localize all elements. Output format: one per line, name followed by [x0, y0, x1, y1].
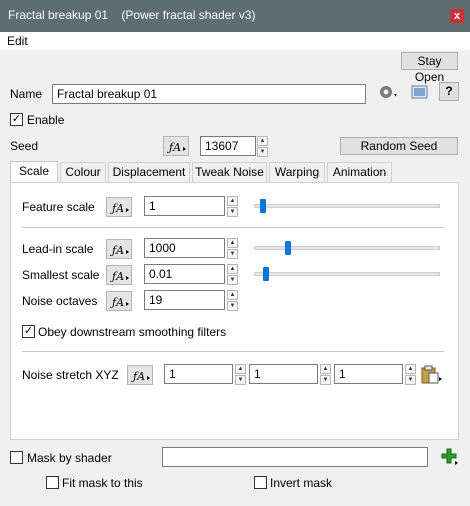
- svg-text:ƒA: ƒA: [109, 296, 124, 309]
- feature-scale-label: Feature scale: [22, 200, 95, 214]
- tab-warping[interactable]: Warping: [269, 162, 325, 182]
- invert-mask-label: Invert mask: [270, 476, 333, 490]
- stay-open-button[interactable]: Stay Open: [401, 52, 458, 84]
- fit-mask-checkbox[interactable]: [46, 476, 59, 489]
- seed-function-button[interactable]: ƒA: [163, 136, 189, 156]
- feature-scale-function-button[interactable]: ƒA: [106, 197, 132, 217]
- smallest-scale-spinner[interactable]: ▲ ▼: [227, 264, 238, 285]
- svg-text:ƒA: ƒA: [109, 270, 124, 283]
- seed-label: Seed: [10, 139, 39, 153]
- name-label: Name: [10, 87, 43, 101]
- tab-animation[interactable]: Animation: [327, 162, 392, 182]
- noise-octaves-function-button[interactable]: ƒA: [106, 291, 132, 311]
- noise-octaves-spinner[interactable]: ▲ ▼: [227, 290, 238, 311]
- smallest-scale-function-button[interactable]: ƒA: [106, 265, 132, 285]
- noise-stretch-y-input[interactable]: 1: [249, 364, 318, 384]
- menu-edit[interactable]: Edit: [7, 34, 28, 48]
- seed-input[interactable]: 13607: [200, 136, 256, 156]
- mask-by-shader-checkbox[interactable]: [10, 451, 23, 464]
- fit-mask-label: Fit mask to this: [62, 476, 143, 490]
- noise-stretch-x-input[interactable]: 1: [164, 364, 233, 384]
- lead-in-scale-spinner[interactable]: ▲ ▼: [227, 238, 238, 259]
- random-seed-button[interactable]: Random Seed: [340, 137, 458, 155]
- mask-by-shader-label: Mask by shader: [27, 451, 112, 465]
- lead-in-scale-function-button[interactable]: ƒA: [106, 239, 132, 259]
- lead-in-scale-slider-track[interactable]: [254, 246, 440, 250]
- function-icon: ƒA: [109, 202, 129, 215]
- invert-mask-checkbox[interactable]: [254, 476, 267, 489]
- close-button[interactable]: x: [450, 9, 464, 23]
- obey-smoothing-checkbox[interactable]: ✓: [22, 325, 35, 338]
- noise-octaves-input[interactable]: 19: [144, 290, 225, 310]
- smallest-scale-slider-track[interactable]: [254, 272, 440, 276]
- enable-label: Enable: [27, 113, 65, 127]
- lead-in-scale-slider-thumb[interactable]: [285, 241, 291, 255]
- menu-bar: Edit: [0, 32, 470, 50]
- tab-scale[interactable]: Scale: [10, 161, 58, 183]
- display-icon[interactable]: [410, 83, 430, 101]
- lead-in-scale-label: Lead-in scale: [22, 242, 94, 256]
- function-icon: ƒA: [109, 244, 129, 257]
- svg-text:ƒA: ƒA: [130, 370, 145, 383]
- tab-displacement[interactable]: Displacement: [108, 162, 190, 182]
- noise-stretch-z-spinner[interactable]: ▲ ▼: [405, 364, 416, 385]
- smallest-scale-input[interactable]: 0.01: [144, 264, 225, 284]
- lead-in-scale-input[interactable]: 1000: [144, 238, 225, 258]
- enable-checkbox[interactable]: ✓: [10, 113, 23, 126]
- function-icon: ƒA: [109, 270, 129, 283]
- smallest-scale-slider-thumb[interactable]: [263, 267, 269, 281]
- svg-text:ƒA: ƒA: [166, 141, 181, 154]
- feature-scale-slider-track[interactable]: [254, 204, 440, 208]
- scale-tab-panel: [10, 182, 459, 440]
- title-bar: Fractal breakup 01 (Power fractal shader…: [0, 0, 470, 32]
- noise-stretch-y-spinner[interactable]: ▲ ▼: [320, 364, 331, 385]
- name-input[interactable]: Fractal breakup 01: [52, 84, 366, 104]
- mask-shader-input[interactable]: [162, 447, 428, 467]
- tab-tweak-noise[interactable]: Tweak Noise: [192, 162, 267, 182]
- window-title: Fractal breakup 01 (Power fractal shader…: [8, 8, 256, 22]
- noise-stretch-z-input[interactable]: 1: [334, 364, 403, 384]
- noise-octaves-label: Noise octaves: [22, 294, 98, 308]
- help-button[interactable]: ?: [439, 82, 459, 101]
- function-icon: ƒA: [130, 370, 150, 383]
- feature-scale-input[interactable]: 1: [144, 196, 225, 216]
- divider: [22, 351, 444, 352]
- feature-scale-slider-thumb[interactable]: [260, 199, 266, 213]
- obey-smoothing-label: Obey downstream smoothing filters: [38, 325, 227, 339]
- add-shader-icon[interactable]: [440, 447, 460, 467]
- svg-text:ƒA: ƒA: [109, 244, 124, 257]
- divider: [22, 227, 444, 228]
- noise-stretch-x-spinner[interactable]: ▲ ▼: [235, 364, 246, 385]
- function-icon: ƒA: [109, 296, 129, 309]
- smallest-scale-label: Smallest scale: [22, 268, 100, 282]
- function-icon: ƒA: [166, 141, 186, 154]
- svg-text:ƒA: ƒA: [109, 202, 124, 215]
- help-icon: ?: [445, 84, 453, 98]
- noise-stretch-label: Noise stretch XYZ: [22, 368, 119, 382]
- feature-scale-spinner[interactable]: ▲ ▼: [227, 196, 238, 217]
- seed-spinner[interactable]: ▲ ▼: [257, 136, 268, 157]
- noise-stretch-function-button[interactable]: ƒA: [127, 365, 153, 385]
- tab-colour[interactable]: Colour: [60, 162, 106, 182]
- gear-icon[interactable]: [377, 83, 399, 101]
- paste-clipboard-icon[interactable]: [420, 365, 444, 385]
